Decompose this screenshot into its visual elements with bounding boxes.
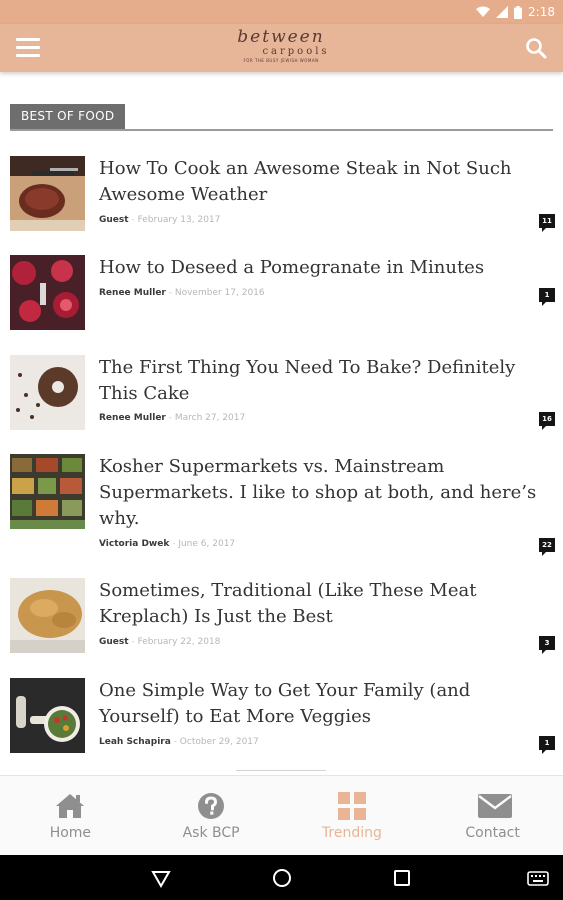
article-item[interactable]: Kosher Supermarkets vs. Mainstream Super… <box>10 454 555 559</box>
meta-separator: - <box>172 539 176 549</box>
home-circle-icon[interactable] <box>271 867 293 889</box>
article-author[interactable]: Guest <box>99 637 129 647</box>
article-date: November 17, 2016 <box>174 288 265 298</box>
comment-count-badge[interactable]: 11 <box>539 214 555 232</box>
section-label: BEST OF FOOD <box>10 104 126 129</box>
comment-count-badge[interactable]: 16 <box>539 412 555 430</box>
article-item[interactable]: The First Thing You Need To Bake? Defini… <box>10 355 555 435</box>
logo-tagline: FOR THE BUSY JEWISH WOMAN <box>243 58 319 63</box>
nav-trending[interactable]: Trending <box>282 776 423 855</box>
article-title[interactable]: How to Deseed a Pomegranate in Minutes <box>99 255 539 281</box>
app-logo: between carpools FOR THE BUSY JEWISH WOM… <box>225 27 337 69</box>
article-item[interactable]: One Simple Way to Get Your Family (and Y… <box>10 678 555 758</box>
logo-main-text: between <box>237 27 325 47</box>
article-author[interactable]: Leah Schapira <box>99 737 171 747</box>
article-title[interactable]: How To Cook an Awesome Steak in Not Such… <box>99 156 539 208</box>
section-header: BEST OF FOOD <box>10 104 553 131</box>
scroll-indicator <box>236 770 326 774</box>
article-date: February 22, 2018 <box>137 637 221 647</box>
wifi-icon <box>476 6 491 18</box>
article-thumbnail <box>10 255 85 330</box>
question-circle-icon <box>196 792 226 820</box>
meta-separator: - <box>173 737 177 747</box>
nav-contact-label: Contact <box>465 825 520 841</box>
article-thumbnail <box>10 156 85 231</box>
comment-count-badge[interactable]: 1 <box>539 288 555 306</box>
status-time: 2:18 <box>528 5 555 19</box>
article-thumbnail <box>10 678 85 753</box>
article-title[interactable]: The First Thing You Need To Bake? Defini… <box>99 355 539 407</box>
meta-separator: - <box>131 215 135 225</box>
article-thumbnail <box>10 578 85 653</box>
search-icon[interactable] <box>524 36 548 60</box>
article-author[interactable]: Renee Muller <box>99 288 166 298</box>
meta-separator: - <box>168 288 172 298</box>
battery-icon <box>514 5 523 19</box>
nav-ask-bcp[interactable]: Ask BCP <box>141 776 282 855</box>
nav-home-label: Home <box>49 825 92 841</box>
nav-trending-label: Trending <box>321 825 382 841</box>
menu-icon[interactable] <box>16 38 40 58</box>
recents-icon[interactable] <box>391 867 413 889</box>
comment-count-badge[interactable]: 1 <box>539 736 555 754</box>
comment-count-badge[interactable]: 22 <box>539 538 555 556</box>
comment-count-badge[interactable]: 3 <box>539 636 555 654</box>
home-icon <box>55 792 85 820</box>
article-author[interactable]: Guest <box>99 215 129 225</box>
article-meta: Renee Muller - November 17, 2016 <box>99 287 265 299</box>
article-meta: Guest - February 13, 2017 <box>99 214 220 226</box>
app-bar: between carpools FOR THE BUSY JEWISH WOM… <box>0 24 563 72</box>
article-thumbnail <box>10 454 85 529</box>
article-date: June 6, 2017 <box>178 539 236 549</box>
meta-separator: - <box>168 413 172 423</box>
article-date: October 29, 2017 <box>179 737 259 747</box>
article-meta: Guest - February 22, 2018 <box>99 636 220 648</box>
article-meta: Victoria Dwek - June 6, 2017 <box>99 538 235 550</box>
nav-ask-bcp-label: Ask BCP <box>182 825 240 841</box>
article-thumbnail <box>10 355 85 430</box>
article-meta: Renee Muller - March 27, 2017 <box>99 412 245 424</box>
article-author[interactable]: Renee Muller <box>99 413 166 423</box>
article-date: March 27, 2017 <box>174 413 246 423</box>
article-item[interactable]: How to Deseed a Pomegranate in Minutes R… <box>10 255 555 335</box>
keyboard-icon[interactable] <box>527 867 549 889</box>
article-title[interactable]: One Simple Way to Get Your Family (and Y… <box>99 678 539 730</box>
article-item[interactable]: How To Cook an Awesome Steak in Not Such… <box>10 156 555 236</box>
article-meta: Leah Schapira - October 29, 2017 <box>99 736 259 748</box>
article-author[interactable]: Victoria Dwek <box>99 539 169 549</box>
status-bar: 2:18 <box>0 0 563 24</box>
article-item[interactable]: Sometimes, Traditional (Like These Meat … <box>10 578 555 658</box>
nav-home[interactable]: Home <box>0 776 141 855</box>
article-title[interactable]: Sometimes, Traditional (Like These Meat … <box>99 578 539 630</box>
signal-icon <box>496 6 509 18</box>
article-date: February 13, 2017 <box>137 215 221 225</box>
article-title[interactable]: Kosher Supermarkets vs. Mainstream Super… <box>99 454 539 532</box>
nav-contact[interactable]: Contact <box>422 776 563 855</box>
meta-separator: - <box>131 637 135 647</box>
logo-sub-text: carpools <box>262 46 330 57</box>
grid-icon <box>337 792 367 820</box>
system-nav-bar <box>0 855 563 900</box>
back-icon[interactable] <box>150 867 172 889</box>
bottom-nav: Home Ask BCP Trending Contact <box>0 775 563 855</box>
envelope-icon <box>477 792 512 820</box>
